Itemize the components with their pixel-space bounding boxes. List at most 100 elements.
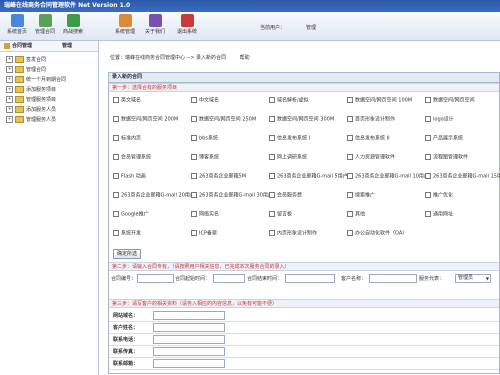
service-option[interactable]: 网上调研系统: [269, 154, 307, 161]
checkbox-icon[interactable]: [191, 211, 197, 217]
phone-input[interactable]: [153, 335, 225, 344]
sidebar-item-manage[interactable]: + 管理合同: [6, 65, 66, 75]
service-option[interactable]: 其他: [347, 211, 365, 218]
sidebar-item-expiring[interactable]: + 统一个月到期合同: [6, 75, 66, 85]
checkbox-icon[interactable]: [269, 154, 275, 160]
checkbox-icon[interactable]: [425, 97, 431, 103]
checkbox-icon[interactable]: [347, 211, 353, 217]
service-option[interactable]: ICP备案: [191, 230, 217, 237]
checkbox-icon[interactable]: [191, 154, 197, 160]
service-option[interactable]: 办公自动化软件（OA）: [347, 230, 407, 237]
service-option[interactable]: 英文域名: [113, 97, 141, 104]
checkbox-icon[interactable]: [269, 116, 275, 122]
checkbox-icon[interactable]: [113, 173, 119, 179]
service-option[interactable]: logo设计: [425, 116, 454, 123]
checkbox-icon[interactable]: [425, 211, 431, 217]
checkbox-icon[interactable]: [191, 97, 197, 103]
service-option[interactable]: 推广优化: [425, 192, 453, 199]
service-option[interactable]: Google推广: [113, 211, 149, 218]
service-option[interactable]: Flash 动画: [113, 173, 146, 180]
service-option[interactable]: 会员服务费: [269, 192, 302, 199]
checkbox-icon[interactable]: [425, 154, 431, 160]
service-option[interactable]: 内页形象设计制作: [269, 230, 317, 237]
checkbox-icon[interactable]: [347, 173, 353, 179]
tool-home-button[interactable]: 系统首页: [4, 14, 30, 35]
checkbox-icon[interactable]: [347, 97, 353, 103]
service-option[interactable]: bbs系统: [191, 135, 218, 142]
checkbox-icon[interactable]: [113, 211, 119, 217]
checkbox-icon[interactable]: [269, 135, 275, 141]
service-option[interactable]: 系统开发: [113, 230, 141, 237]
service-option[interactable]: 数据空间/网页空间 250M: [191, 116, 256, 123]
checkbox-icon[interactable]: [269, 230, 275, 236]
tool-about-button[interactable]: 关于我们: [142, 14, 168, 35]
sidebar-item-manage-staff[interactable]: + 管理服务人员: [6, 115, 66, 125]
checkbox-icon[interactable]: [347, 135, 353, 141]
service-option[interactable]: 通用网址: [425, 211, 453, 218]
checkbox-icon[interactable]: [425, 192, 431, 198]
tool-contract-button[interactable]: 管理合同: [32, 14, 58, 35]
fax-input[interactable]: [153, 347, 225, 356]
service-rep-select[interactable]: 管理员: [455, 274, 491, 283]
end-date-input[interactable]: [285, 274, 335, 283]
checkbox-icon[interactable]: [269, 173, 275, 179]
service-option[interactable]: 搜索推广: [347, 192, 375, 199]
checkbox-icon[interactable]: [191, 116, 197, 122]
checkbox-icon[interactable]: [113, 97, 119, 103]
checkbox-icon[interactable]: [191, 230, 197, 236]
checkbox-icon[interactable]: [113, 230, 119, 236]
checkbox-icon[interactable]: [269, 211, 275, 217]
service-option[interactable]: 数据空间/网页空间 100M: [347, 97, 412, 104]
sidebar-item-add-service[interactable]: + 添加服务项目: [6, 85, 66, 95]
tool-search-button[interactable]: 商战搜索: [60, 14, 86, 35]
email-input[interactable]: [153, 359, 225, 368]
checkbox-icon[interactable]: [269, 192, 275, 198]
checkbox-icon[interactable]: [113, 116, 119, 122]
service-option[interactable]: 留言板: [269, 211, 292, 218]
checkbox-icon[interactable]: [347, 192, 353, 198]
service-option[interactable]: 网络实名: [191, 211, 219, 218]
service-option[interactable]: 流程图管理软件: [425, 154, 468, 161]
start-date-input[interactable]: [213, 274, 245, 283]
customer-name-input[interactable]: [369, 274, 417, 283]
sidebar-item-sign[interactable]: + 签发合同: [6, 55, 66, 65]
checkbox-icon[interactable]: [113, 192, 119, 198]
service-option[interactable]: 会员管理系统: [113, 154, 151, 161]
checkbox-icon[interactable]: [347, 230, 353, 236]
checkbox-icon[interactable]: [191, 173, 197, 179]
checkbox-icon[interactable]: [269, 97, 275, 103]
tool-exit-button[interactable]: 退出系统: [174, 14, 200, 35]
contract-no-input[interactable]: [137, 274, 174, 283]
checkbox-icon[interactable]: [113, 154, 119, 160]
service-option[interactable]: 产品展示系统: [425, 135, 463, 142]
service-option[interactable]: 数据空间/网页空间 300M: [269, 116, 334, 123]
checkbox-icon[interactable]: [113, 135, 119, 141]
checkbox-icon[interactable]: [347, 116, 353, 122]
service-option[interactable]: 人力资源管理软件: [347, 154, 395, 161]
service-option[interactable]: 信息发布系统 II: [347, 135, 390, 142]
sidebar-item-add-staff[interactable]: + 添加服务人员: [6, 105, 66, 115]
checkbox-icon[interactable]: [425, 116, 431, 122]
service-option[interactable]: 域名解析/虚拟: [269, 97, 309, 104]
help-link[interactable]: 帮助: [240, 55, 250, 61]
customer-name-input-2[interactable]: [153, 323, 225, 332]
service-option[interactable]: 信息发布系统 I: [269, 135, 310, 142]
checkbox-icon[interactable]: [347, 154, 353, 160]
service-option[interactable]: 标准内页: [113, 135, 141, 142]
service-option[interactable]: 263商务企业邮箱G-mail 30用户: [191, 192, 273, 199]
service-option[interactable]: 博客系统: [191, 154, 219, 161]
checkbox-icon[interactable]: [191, 192, 197, 198]
checkbox-icon[interactable]: [425, 135, 431, 141]
service-option[interactable]: 263商务企业邮箱G-mail 20用户: [113, 192, 195, 199]
sidebar-header[interactable]: 合同管理 管理: [0, 41, 98, 52]
tool-system-button[interactable]: 系统管理: [112, 14, 138, 35]
service-option[interactable]: 数据空间/网页空间 200M: [113, 116, 178, 123]
service-option[interactable]: 中文域名: [191, 97, 219, 104]
sidebar-item-manage-service[interactable]: + 管理服务项目: [6, 95, 66, 105]
checkbox-icon[interactable]: [191, 135, 197, 141]
confirm-selection-button[interactable]: 确定所选: [113, 249, 142, 259]
service-option[interactable]: 首页形象设计制作: [347, 116, 395, 123]
service-option[interactable]: 263商务企业邮箱G-mail 15用户: [425, 173, 500, 180]
service-option[interactable]: 263商务企业邮箱G-mail 10用户: [347, 173, 429, 180]
checkbox-icon[interactable]: [425, 173, 431, 179]
